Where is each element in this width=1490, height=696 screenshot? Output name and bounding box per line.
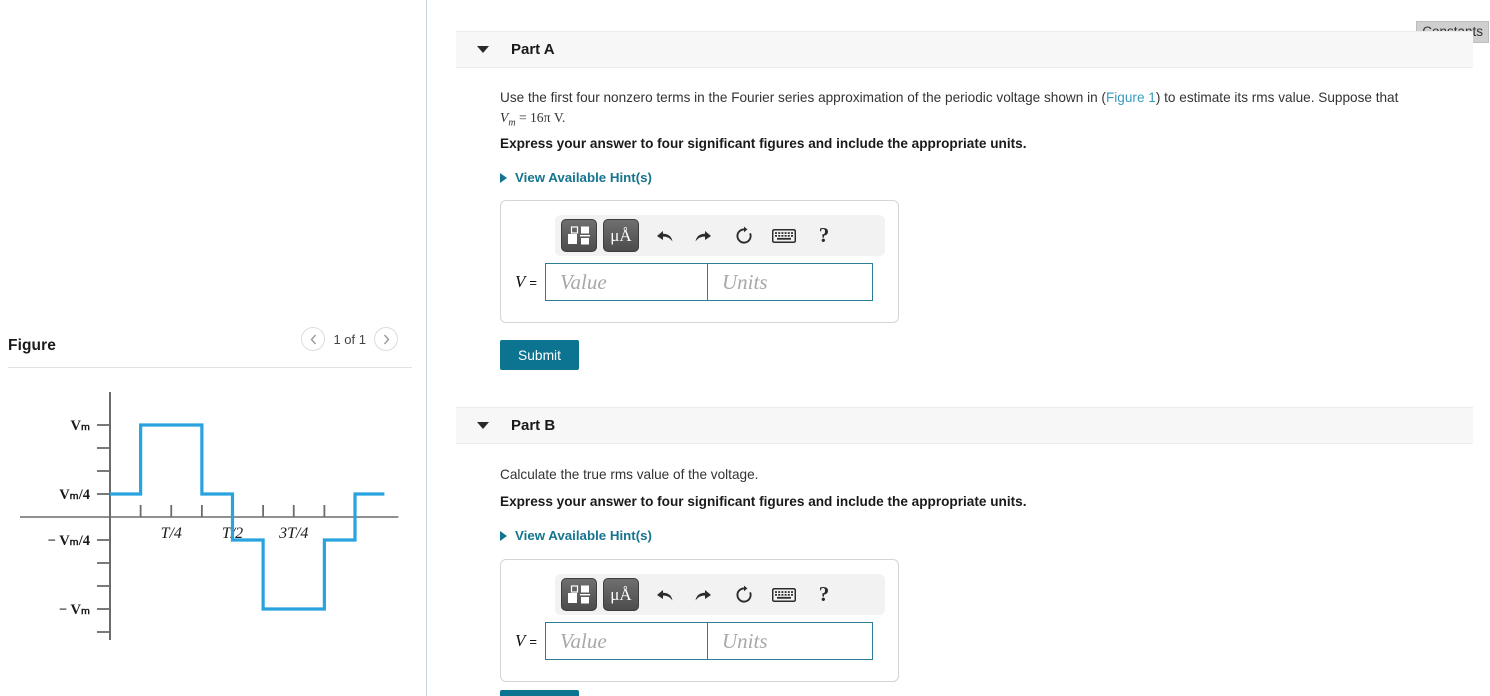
- micro-angstrom-units-icon[interactable]: μÅ: [603, 219, 639, 252]
- figure-header: Figure 1 of 1: [8, 325, 412, 368]
- part-b-hints-label: View Available Hint(s): [515, 528, 652, 543]
- math-template-glyph: [568, 226, 590, 245]
- part-a-view-hints-link[interactable]: View Available Hint(s): [500, 170, 652, 185]
- part-a-hints-label: View Available Hint(s): [515, 170, 652, 185]
- part-b-label: Part B: [511, 417, 556, 434]
- part-b-units-placeholder: Units: [721, 628, 768, 653]
- y-axis-tick-label: Vₘ/4: [59, 487, 90, 503]
- part-a-answer-equals: =: [529, 274, 537, 290]
- part-a-instruction: Express your answer to four significant …: [500, 136, 1027, 151]
- reset-glyph: [736, 226, 752, 244]
- redo-glyph: [695, 589, 711, 600]
- part-a-submit-button[interactable]: Submit: [500, 340, 579, 370]
- redo-glyph: [695, 230, 711, 241]
- question-mark-icon[interactable]: ?: [809, 580, 839, 610]
- part-a-answer-variable: V: [515, 272, 526, 291]
- math-template-glyph: [568, 585, 590, 604]
- part-b-value-input[interactable]: Value: [544, 622, 708, 660]
- part-b-value-placeholder: Value: [559, 628, 607, 653]
- y-axis-tick-label: Vₘ: [70, 418, 90, 434]
- part-a-formula-rest: = 16π V.: [515, 109, 566, 125]
- y-axis-tick-label: − Vₘ: [59, 602, 90, 618]
- units-icon-text: μÅ: [610, 226, 632, 245]
- reset-circular-arrow-icon[interactable]: [729, 221, 759, 251]
- part-a-answer-box: μÅ ? V = Value Units: [500, 200, 899, 323]
- part-b-header[interactable]: Part B: [456, 407, 1473, 444]
- question-mark-icon[interactable]: ?: [809, 221, 839, 251]
- part-b-instruction: Express your answer to four significant …: [500, 494, 1027, 509]
- undo-arrow-icon[interactable]: [649, 221, 679, 251]
- keyboard-icon[interactable]: [769, 221, 799, 251]
- units-icon-text: μÅ: [610, 585, 632, 604]
- keyboard-icon[interactable]: [769, 580, 799, 610]
- voltage-waveform-chart: VₘVₘ/4− Vₘ/4− VₘT/4T/23T/4t: [20, 392, 399, 640]
- part-b-question: Calculate the true rms value of the volt…: [500, 467, 759, 482]
- figure-title: Figure: [8, 337, 56, 354]
- reset-glyph: [736, 585, 752, 603]
- part-b-answer-variable: V: [515, 631, 526, 650]
- figure-panel: Figure 1 of 1 Vₘ Vₘ/4− Vₘ/4− Vₘ T/4 T/2 3T/4…: [0, 0, 427, 696]
- part-a-units-placeholder: Units: [721, 269, 768, 294]
- redo-arrow-icon[interactable]: [689, 580, 719, 610]
- keyboard-glyph: [772, 228, 796, 243]
- part-a-math-toolbar: μÅ ?: [555, 215, 885, 256]
- part-a-question-suffix: ) to estimate its rms value. Suppose tha…: [1155, 90, 1399, 105]
- part-a-value-placeholder: Value: [559, 269, 607, 294]
- x-axis-tick-label: 3T/4: [278, 525, 308, 542]
- part-b-submit-button[interactable]: Submit: [500, 690, 579, 696]
- part-a-question: Use the first four nonzero terms in the …: [500, 88, 1475, 131]
- caret-right-icon: [500, 530, 507, 541]
- part-b-answer-equals: =: [529, 633, 537, 649]
- redo-arrow-icon[interactable]: [689, 221, 719, 251]
- part-b-view-hints-link[interactable]: View Available Hint(s): [500, 528, 652, 543]
- math-template-icon[interactable]: [561, 219, 597, 252]
- figure-page-count: 1 of 1: [333, 331, 366, 347]
- micro-angstrom-units-icon[interactable]: μÅ: [603, 578, 639, 611]
- undo-glyph: [657, 589, 673, 600]
- part-b-units-input[interactable]: Units: [707, 622, 873, 660]
- caret-down-icon[interactable]: [477, 422, 489, 429]
- figure-next-button[interactable]: [374, 327, 398, 351]
- reset-circular-arrow-icon[interactable]: [729, 580, 759, 610]
- part-a-value-input[interactable]: Value: [544, 263, 708, 301]
- undo-glyph: [657, 230, 673, 241]
- problem-content: Constants Part A Use the first four nonz…: [427, 0, 1490, 696]
- y-axis-tick-label: − Vₘ/4: [48, 533, 90, 549]
- part-a-header[interactable]: Part A: [456, 31, 1473, 68]
- x-axis-tick-label: T/4: [161, 525, 182, 542]
- undo-arrow-icon[interactable]: [649, 580, 679, 610]
- part-b-math-toolbar: μÅ ?: [555, 574, 885, 615]
- part-b-answer-box: μÅ ? V = Value Units: [500, 559, 899, 682]
- part-a-formula-var: Vm: [500, 109, 516, 129]
- part-a-question-prefix: Use the first four nonzero terms in the …: [500, 90, 1106, 105]
- chevron-right-icon: [383, 334, 389, 344]
- chevron-left-icon: [310, 334, 316, 344]
- figure-1-link[interactable]: Figure 1: [1106, 90, 1156, 105]
- part-b-answer-row: V = Value Units: [515, 622, 873, 660]
- caret-right-icon: [500, 172, 507, 183]
- page-root: Figure 1 of 1 Vₘ Vₘ/4− Vₘ/4− Vₘ T/4 T/2 3T/4…: [0, 0, 1490, 696]
- caret-down-icon[interactable]: [477, 46, 489, 53]
- figure-navigation: 1 of 1: [301, 327, 398, 351]
- figure-prev-button[interactable]: [301, 327, 326, 351]
- keyboard-glyph: [772, 587, 796, 602]
- math-template-icon[interactable]: [561, 578, 597, 611]
- part-a-answer-row: V = Value Units: [515, 263, 873, 301]
- part-a-label: Part A: [511, 41, 555, 58]
- part-a-units-input[interactable]: Units: [707, 263, 873, 301]
